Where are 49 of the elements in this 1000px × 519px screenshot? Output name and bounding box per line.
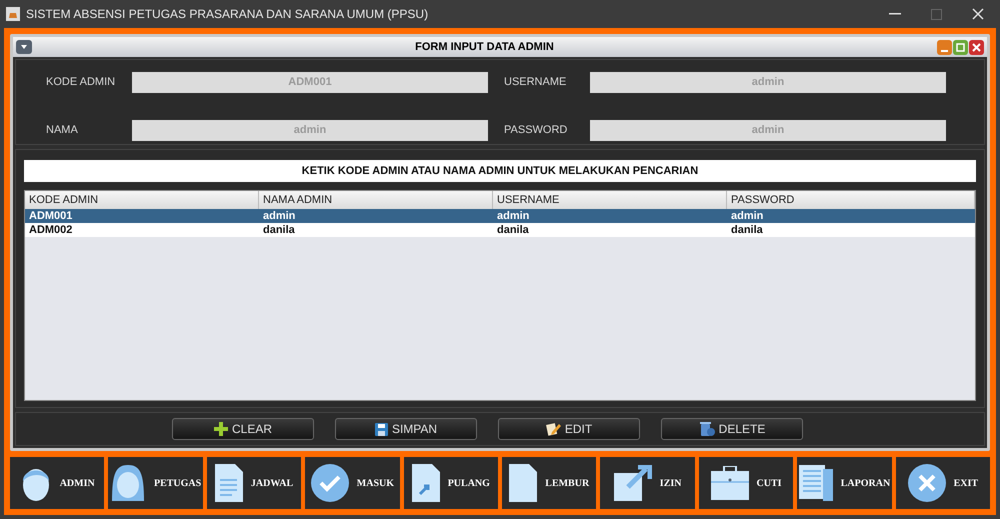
action-button[interactable]: EDIT bbox=[498, 418, 640, 440]
table-row[interactable]: ADM001 admin admin admin bbox=[25, 209, 975, 223]
action-button[interactable]: SIMPAN bbox=[335, 418, 477, 440]
nav-button[interactable]: CUTI bbox=[698, 457, 794, 509]
close-circle-icon bbox=[908, 464, 946, 502]
frame-title: FORM INPUT DATA ADMIN bbox=[414, 40, 555, 55]
table-row[interactable]: ADM002 danila danila danila bbox=[25, 223, 975, 237]
nav-button[interactable]: PETUGAS bbox=[108, 457, 203, 509]
table-cell-text: danila bbox=[496, 223, 530, 237]
minimize-icon[interactable] bbox=[889, 13, 901, 15]
action-button[interactable]: DELETE bbox=[661, 418, 803, 440]
nav-button[interactable]: EXIT bbox=[896, 457, 990, 509]
pencil-note-icon bbox=[546, 422, 561, 436]
table-cell-text: ADM002 bbox=[28, 223, 74, 237]
nav-button[interactable]: PULANG bbox=[404, 457, 498, 509]
woman-avatar-icon bbox=[110, 463, 146, 503]
document-icon bbox=[214, 464, 243, 502]
field-label: KODE ADMIN bbox=[46, 74, 116, 90]
trash-bin-icon bbox=[698, 421, 715, 437]
window-title: SISTEM ABSENSI PETUGAS PRASARANA DAN SARANA UMUM (PPSU) bbox=[26, 6, 428, 23]
plus-icon bbox=[214, 422, 228, 436]
search-field[interactable]: KETIK KODE ADMIN ATAU NAMA ADMIN UNTUK MELAKUKAN PENCARIAN bbox=[24, 160, 976, 182]
briefcase-icon bbox=[710, 466, 749, 500]
nav-button[interactable]: ADMIN bbox=[10, 457, 104, 509]
field-label: PASSWORD bbox=[504, 122, 568, 138]
nav-button[interactable]: LAPORAN bbox=[797, 457, 892, 509]
table-cell-text: ADM001 bbox=[28, 209, 74, 223]
action-button[interactable]: CLEAR bbox=[172, 418, 314, 440]
newspaper-icon bbox=[798, 465, 833, 501]
square-arrow-icon bbox=[614, 465, 652, 501]
nav-button[interactable]: IZIN bbox=[600, 457, 695, 509]
app-icon bbox=[6, 7, 20, 21]
nav-button[interactable]: LEMBUR bbox=[502, 457, 596, 509]
table-cell-text: admin bbox=[262, 209, 296, 223]
blank-page-icon bbox=[509, 464, 538, 502]
table-cell-text: danila bbox=[262, 223, 296, 237]
table-cell-text: admin bbox=[496, 209, 530, 223]
close-icon[interactable] bbox=[972, 8, 984, 20]
close-icon[interactable] bbox=[969, 40, 984, 54]
frame-menu-icon[interactable] bbox=[16, 40, 32, 54]
table-cell-text: danila bbox=[730, 223, 764, 237]
nav-button[interactable]: JADWAL bbox=[206, 457, 302, 509]
field-label: NAMA bbox=[46, 122, 79, 138]
maximize-icon[interactable] bbox=[953, 40, 968, 54]
field-label: USERNAME bbox=[504, 74, 568, 90]
checkmark-circle-icon bbox=[310, 464, 349, 502]
table-cell-text: admin bbox=[730, 209, 764, 223]
nav-button[interactable]: MASUK bbox=[305, 457, 400, 509]
document-arrow-icon bbox=[412, 464, 440, 502]
